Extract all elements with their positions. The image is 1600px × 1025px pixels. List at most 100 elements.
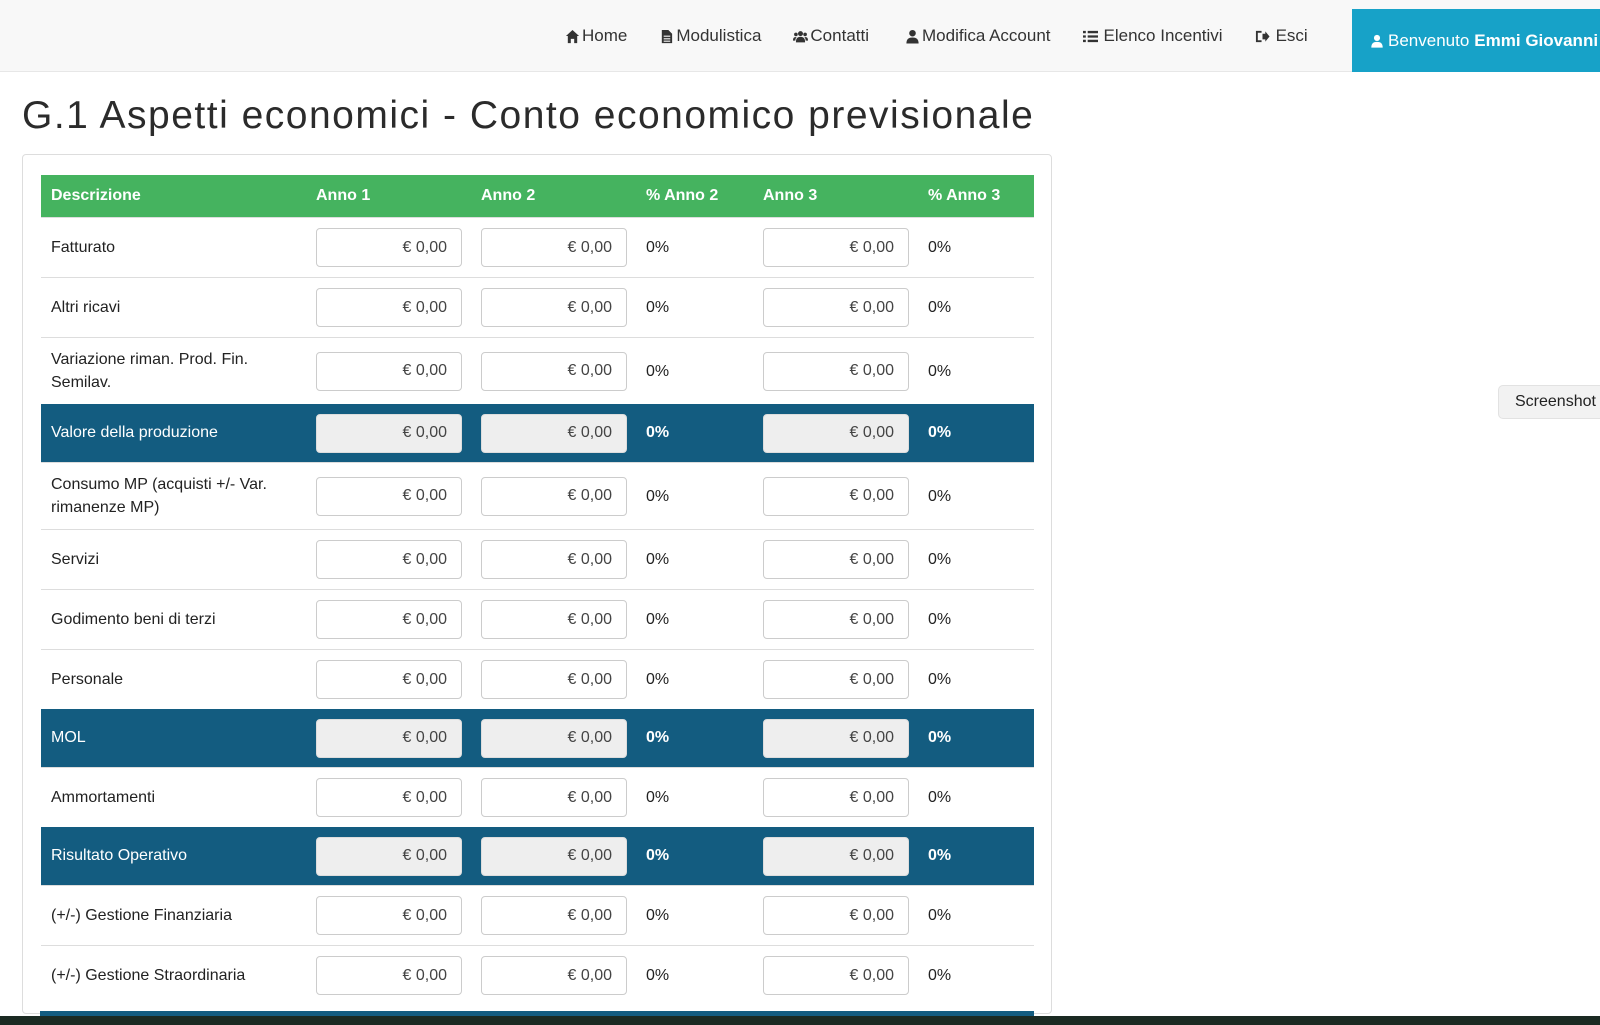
row-label: MOL (41, 709, 306, 768)
anno-3-total (763, 836, 909, 876)
welcome-username: Emmi Giovanni (1474, 30, 1599, 50)
anno-3-total (763, 718, 909, 758)
row-label: (+/-) Gestione Finanziaria (41, 885, 306, 946)
nav-elenco-incentivi[interactable]: Elenco Incentivi (1082, 26, 1223, 46)
anno-3-input[interactable] (763, 778, 909, 817)
anno-1-input[interactable] (316, 778, 462, 817)
anno-1-total (316, 413, 462, 453)
nav-menu: Home Modulistica Contatti Modifica Accou… (565, 0, 1340, 72)
file-icon (662, 29, 673, 43)
anno-1-input[interactable] (316, 600, 462, 639)
pct-anno-3: 0% (918, 767, 1034, 827)
anno-3-input[interactable] (763, 228, 909, 267)
nav-modulistica[interactable]: Modulistica (659, 26, 761, 46)
table-row-consumo-mp: Consumo MP (acquisti +/- Var. rimanenze … (41, 462, 1034, 530)
anno-2-input[interactable] (481, 956, 627, 995)
pct-anno-2: 0% (636, 529, 753, 590)
table-row-risultato-operativo: Risultato Operativo 0% 0% (41, 827, 1034, 886)
anno-2-total (481, 413, 627, 453)
nav-esci-label: Esci (1275, 26, 1308, 45)
anno-2-input[interactable] (481, 896, 627, 935)
pct-anno-3: 0% (918, 649, 1034, 709)
pct-anno-2: 0% (636, 885, 753, 946)
home-icon (565, 29, 580, 43)
anno-2-input[interactable] (481, 778, 627, 817)
anno-2-total (481, 718, 627, 758)
nav-home[interactable]: Home (565, 26, 627, 46)
background-image-strip (0, 1016, 1600, 1025)
anno-2-input[interactable] (481, 228, 627, 267)
pct-anno-3: 0% (918, 217, 1034, 278)
header-anno-2: Anno 2 (471, 175, 636, 218)
table-row-gestione-straordinaria: (+/-) Gestione Straordinaria 0% 0% (41, 945, 1034, 1005)
nav-contatti-label: Contatti (810, 26, 869, 45)
pct-anno-3: 0% (918, 337, 1034, 404)
anno-3-input[interactable] (763, 896, 909, 935)
anno-2-input[interactable] (481, 600, 627, 639)
table-header-row: Descrizione Anno 1 Anno 2 % Anno 2 Anno … (41, 175, 1034, 218)
anno-1-total (316, 718, 462, 758)
anno-1-input[interactable] (316, 288, 462, 327)
anno-2-input[interactable] (481, 288, 627, 327)
pct-anno-3: 0% (918, 404, 1034, 463)
page-title: G.1 Aspetti economici - Conto economico … (22, 94, 1035, 137)
nav-esci[interactable]: Esci (1255, 26, 1308, 46)
pct-anno-3: 0% (918, 945, 1034, 1005)
anno-3-input[interactable] (763, 660, 909, 699)
anno-3-input[interactable] (763, 288, 909, 327)
row-label: Risultato Operativo (41, 827, 306, 886)
screenshot-label: Screenshot (1515, 393, 1596, 410)
pct-anno-2: 0% (636, 945, 753, 1005)
table-row-variazione-rimanenze: Variazione riman. Prod. Fin. Semilav. 0%… (41, 337, 1034, 404)
anno-3-input[interactable] (763, 956, 909, 995)
pct-anno-2: 0% (636, 277, 753, 338)
anno-3-input[interactable] (763, 600, 909, 639)
pct-anno-3: 0% (918, 709, 1034, 768)
anno-2-input[interactable] (481, 351, 627, 391)
table-row-fatturato: Fatturato 0% 0% (41, 217, 1034, 278)
pct-anno-2: 0% (636, 217, 753, 278)
anno-2-input[interactable] (481, 476, 627, 516)
pct-anno-3: 0% (918, 589, 1034, 650)
nav-home-label: Home (582, 26, 628, 45)
pct-anno-2: 0% (636, 827, 753, 886)
pct-anno-3: 0% (918, 529, 1034, 590)
table-row-mol: MOL 0% 0% (41, 709, 1034, 768)
anno-1-input[interactable] (316, 896, 462, 935)
anno-1-total (316, 836, 462, 876)
row-label: Fatturato (41, 217, 306, 278)
header-pct-anno-2: % Anno 2 (636, 175, 753, 218)
anno-1-input[interactable] (316, 956, 462, 995)
income-statement-panel: Descrizione Anno 1 Anno 2 % Anno 2 Anno … (22, 154, 1052, 1014)
row-label: Valore della produzione (41, 404, 306, 463)
table-row-servizi: Servizi 0% 0% (41, 529, 1034, 590)
welcome-prefix: Benvenuto (1388, 30, 1470, 50)
anno-3-input[interactable] (763, 540, 909, 579)
nav-modulistica-label: Modulistica (676, 26, 762, 45)
anno-1-input[interactable] (316, 228, 462, 267)
anno-1-input[interactable] (316, 660, 462, 699)
screenshot-button[interactable]: Screenshot (1498, 385, 1600, 419)
nav-modifica-account[interactable]: Modifica Account (905, 26, 1051, 46)
header-anno-3: Anno 3 (753, 175, 918, 218)
welcome-user-button[interactable]: Benvenuto Emmi Giovanni (1352, 9, 1600, 72)
anno-1-input[interactable] (316, 351, 462, 391)
anno-2-total (481, 836, 627, 876)
header-anno-1: Anno 1 (306, 175, 471, 218)
anno-1-input[interactable] (316, 540, 462, 579)
top-navbar: Home Modulistica Contatti Modifica Accou… (0, 0, 1600, 72)
anno-3-input[interactable] (763, 351, 909, 391)
row-label: Consumo MP (acquisti +/- Var. rimanenze … (41, 462, 306, 530)
nav-modifica-account-label: Modifica Account (922, 26, 1051, 45)
nav-elenco-incentivi-label: Elenco Incentivi (1103, 26, 1223, 45)
table-row-ammortamenti: Ammortamenti 0% 0% (41, 767, 1034, 827)
sign-out-icon (1255, 30, 1270, 42)
anno-2-input[interactable] (481, 540, 627, 579)
pct-anno-2: 0% (636, 404, 753, 463)
nav-contatti[interactable]: Contatti (793, 26, 869, 46)
anno-1-input[interactable] (316, 476, 462, 516)
anno-2-input[interactable] (481, 660, 627, 699)
row-label: Ammortamenti (41, 767, 306, 827)
row-label: Servizi (41, 529, 306, 590)
anno-3-input[interactable] (763, 476, 909, 516)
